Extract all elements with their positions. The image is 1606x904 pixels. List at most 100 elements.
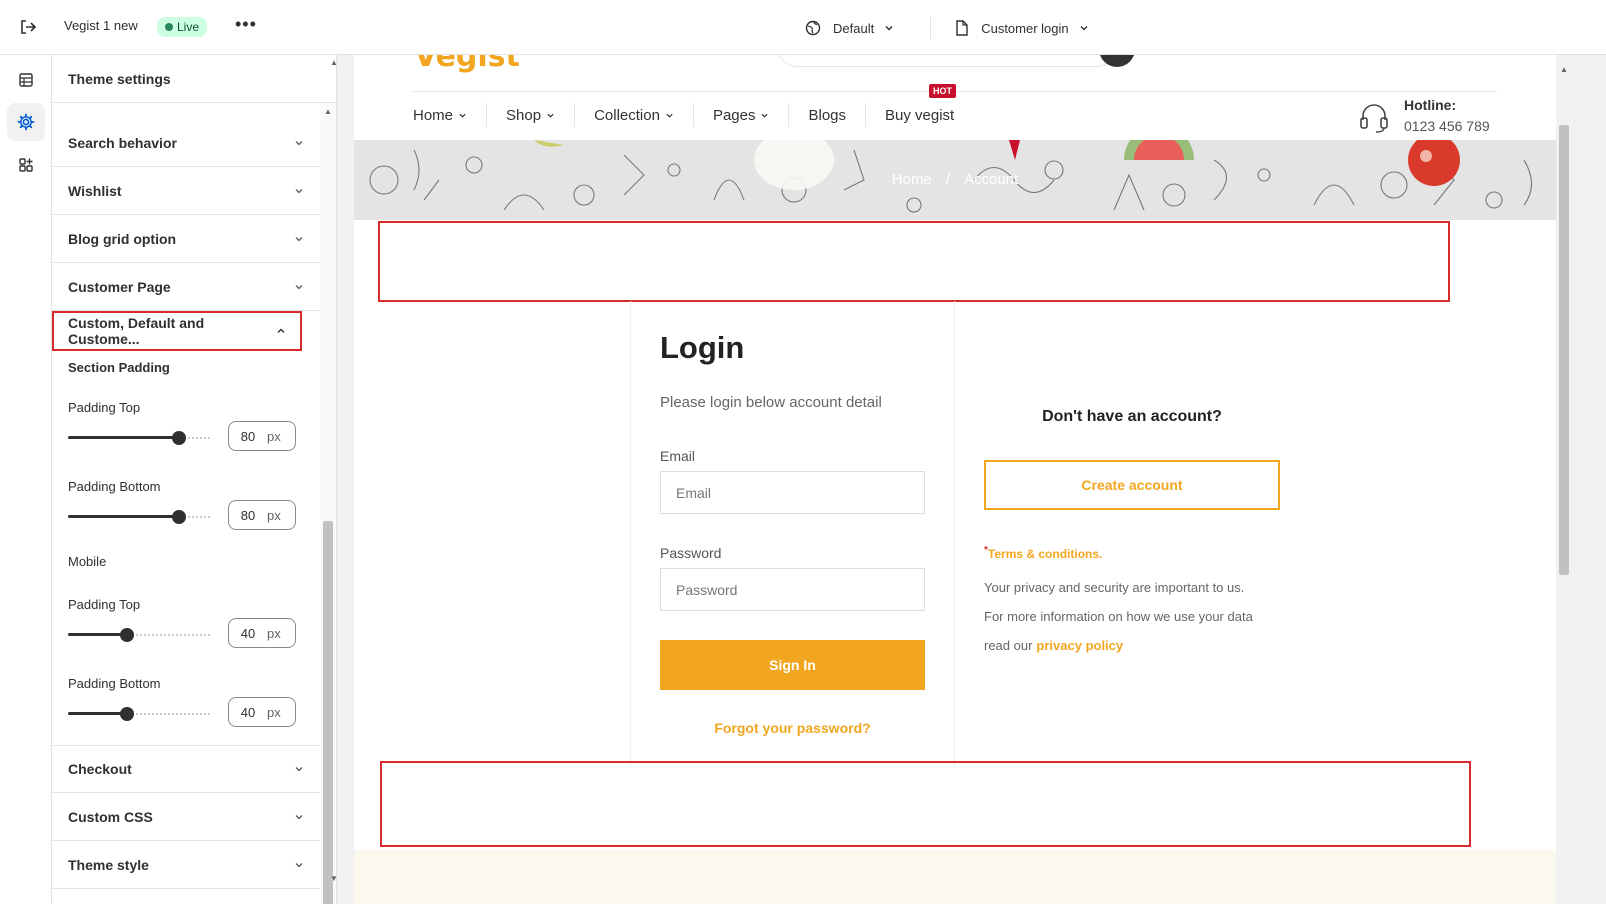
hot-badge: HOT <box>929 84 957 98</box>
password-placeholder: Password <box>676 581 738 598</box>
chevron-down-icon <box>295 140 303 145</box>
privacy-prefix: read our <box>984 638 1033 653</box>
accordion-label: Checkout <box>68 761 132 777</box>
footer-strip <box>354 850 1556 904</box>
padding-top-input[interactable]: 80 px <box>228 421 296 451</box>
padding-top-highlight <box>378 221 1450 302</box>
login-column <box>630 301 955 767</box>
padding-bottom-slider[interactable] <box>68 510 212 524</box>
accordion-label: Wishlist <box>68 182 122 199</box>
accordion-checkout[interactable]: Checkout <box>52 745 320 793</box>
left-rail <box>0 55 52 904</box>
chevron-down-icon <box>295 862 303 867</box>
sign-in-button[interactable]: Sign In <box>660 640 925 690</box>
hotline-number[interactable]: 0123 456 789 <box>1404 118 1490 134</box>
accordion-label: Search behavior <box>68 134 177 151</box>
sections-button[interactable] <box>7 61 45 99</box>
mobile-padding-bottom-input[interactable]: 40 px <box>228 697 296 727</box>
globe-icon <box>805 20 821 36</box>
unit-label: px <box>267 428 281 444</box>
unit-label: px <box>267 704 281 720</box>
accordion-custom-css[interactable]: Custom CSS <box>52 793 320 841</box>
unit-label: px <box>267 507 281 523</box>
email-field[interactable]: Email <box>660 471 925 514</box>
accordion-label: Custom CSS <box>68 808 153 825</box>
nav-item-shop[interactable]: Shop <box>487 103 576 127</box>
mobile-padding-top-input[interactable]: 40 px <box>228 618 296 648</box>
padding-bottom-value: 80 <box>240 507 256 523</box>
panel-scrollbar[interactable]: ▲ <box>320 103 336 904</box>
chevron-down-icon <box>459 113 466 118</box>
exit-icon[interactable] <box>18 17 40 37</box>
nav-item-pages[interactable]: Pages <box>694 103 790 127</box>
accordion-label: Custom, Default and Custome... <box>68 315 205 347</box>
password-field[interactable]: Password <box>660 568 925 611</box>
nav-item-blogs[interactable]: Blogs <box>789 103 867 127</box>
headset-icon <box>1360 104 1388 133</box>
store-logo[interactable]: Vegist <box>414 55 520 74</box>
page-selector[interactable]: Customer login <box>955 20 1100 36</box>
chevron-down-icon <box>295 767 303 772</box>
register-heading: Don't have an account? <box>1042 408 1222 425</box>
forgot-password-link[interactable]: Forgot your password? <box>660 720 925 736</box>
accordion-blog-grid-option[interactable]: Blog grid option <box>52 215 320 263</box>
padding-bottom-label: Padding Bottom <box>68 479 161 494</box>
chevron-down-icon <box>885 26 893 31</box>
store-name: Vegist 1 new <box>64 18 138 33</box>
accordion-custom-default-customer[interactable]: Custom, Default and Custome... <box>52 311 302 351</box>
mobile-padding-top-label: Padding Top <box>68 597 141 612</box>
mobile-padding-top-value: 40 <box>240 625 256 641</box>
padding-bottom-input[interactable]: 80 px <box>228 500 296 530</box>
accordion-label: Customer Page <box>68 278 171 295</box>
theme-selector[interactable]: Default <box>805 20 906 36</box>
hotline-label: Hotline: <box>1404 97 1457 113</box>
scroll-down-arrow-icon[interactable]: ▼ <box>330 874 338 883</box>
padding-bottom-highlight <box>380 761 1471 847</box>
scroll-up-arrow-icon[interactable]: ▲ <box>1560 65 1568 74</box>
scroll-up-arrow-icon[interactable]: ▲ <box>324 107 332 116</box>
nav-item-home[interactable]: Home <box>413 103 488 127</box>
panel-title: Theme settings <box>52 55 336 103</box>
mobile-padding-bottom-label: Padding Bottom <box>68 676 161 691</box>
slider-fill <box>68 515 179 518</box>
accordion-label: Blog grid option <box>68 230 177 247</box>
more-actions-button[interactable]: ••• <box>235 14 257 35</box>
privacy-text-line: For more information on how we use your … <box>984 609 1253 624</box>
nav-item-buy-vegist[interactable]: Buy vegist HOT <box>866 84 973 127</box>
accordion-theme-style[interactable]: Theme style <box>52 841 320 889</box>
app-embeds-button[interactable] <box>7 146 45 184</box>
slider-fill <box>68 436 179 439</box>
privacy-text-line: read our privacy policy <box>984 638 1123 653</box>
login-title: Login <box>660 330 745 365</box>
create-account-button[interactable]: Create account <box>984 460 1280 510</box>
padding-top-slider[interactable] <box>68 431 212 445</box>
terms-link[interactable]: *Terms & conditions. <box>984 545 1102 561</box>
sections-icon <box>19 73 33 87</box>
scrollbar-thumb[interactable] <box>1559 125 1569 575</box>
chevron-down-icon <box>295 188 303 193</box>
breadcrumb-home-link[interactable]: Home <box>892 171 932 188</box>
storefront-search-input[interactable] <box>777 55 1117 67</box>
nav-label: Home <box>413 106 454 124</box>
nav-item-collection[interactable]: Collection <box>575 103 694 127</box>
preview-scrollbar[interactable]: ▲ <box>1556 55 1572 904</box>
breadcrumb-separator: / <box>945 171 950 188</box>
slider-thumb[interactable] <box>120 707 134 721</box>
scrollbar-thumb[interactable] <box>323 521 333 904</box>
accordion-search-behavior[interactable]: Search behavior <box>52 119 320 167</box>
chevron-down-icon <box>666 113 673 118</box>
theme-settings-button[interactable] <box>7 103 45 141</box>
scroll-up-arrow-icon[interactable]: ▲ <box>330 58 338 67</box>
accordion-customer-page[interactable]: Customer Page <box>52 263 320 311</box>
mobile-padding-top-slider[interactable] <box>68 628 212 642</box>
slider-thumb[interactable] <box>120 628 134 642</box>
storefront-preview: Vegist Home Shop Collection Pages Blogs … <box>354 55 1556 904</box>
accordion-wishlist[interactable]: Wishlist <box>52 167 320 215</box>
slider-thumb[interactable] <box>172 431 186 445</box>
mobile-heading: Mobile <box>68 554 107 569</box>
privacy-policy-link[interactable]: privacy policy <box>1036 638 1123 653</box>
mobile-padding-bottom-slider[interactable] <box>68 707 212 721</box>
slider-thumb[interactable] <box>172 510 186 524</box>
password-label: Password <box>660 545 722 561</box>
theme-settings-panel: Theme settings Search behavior Wishlist … <box>52 55 337 904</box>
